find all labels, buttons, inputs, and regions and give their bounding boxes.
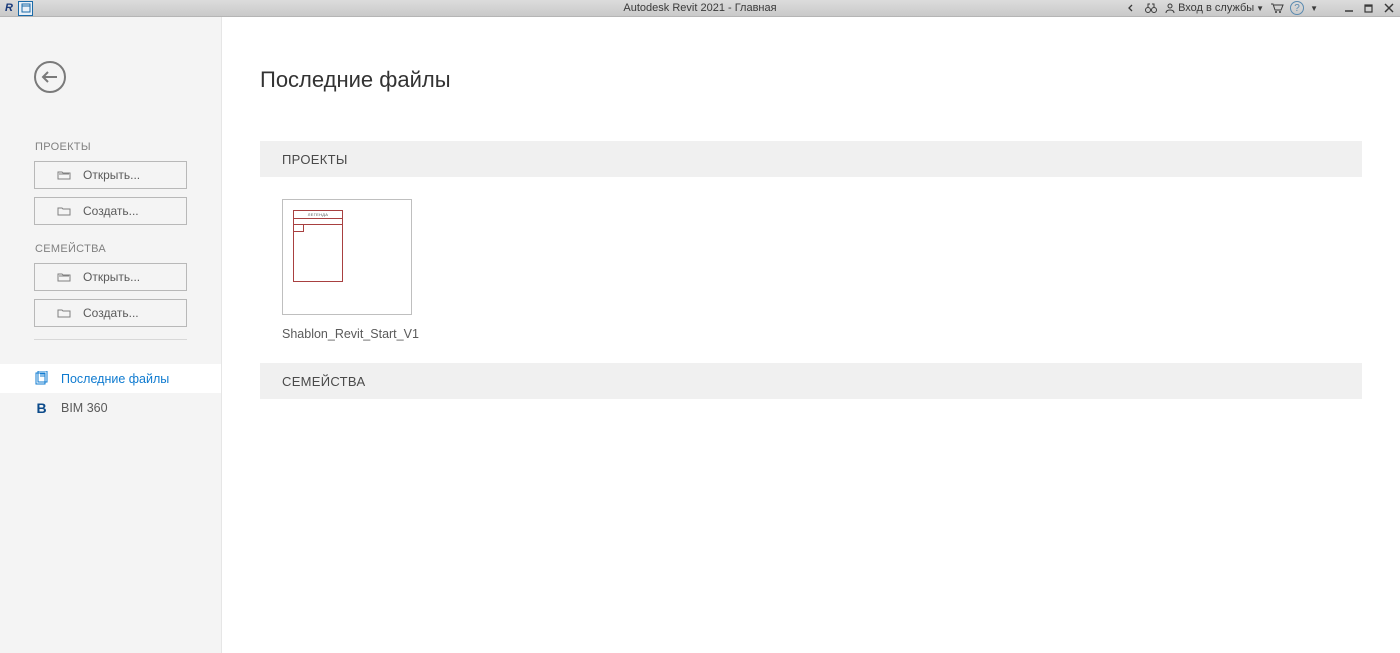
open-family-button[interactable]: Открыть... xyxy=(34,263,187,291)
create-project-button[interactable]: Создать... xyxy=(34,197,187,225)
binoculars-icon[interactable] xyxy=(1144,1,1158,15)
page-title: Последние файлы xyxy=(260,67,1362,93)
home-icon[interactable] xyxy=(18,1,33,16)
titlebar: R Autodesk Revit 2021 - Главная Вход в с… xyxy=(0,0,1400,17)
open-family-label: Открыть... xyxy=(83,270,140,284)
nav-bim360[interactable]: B BIM 360 xyxy=(0,393,221,422)
nav-bim-label: BIM 360 xyxy=(61,401,108,415)
back-arrow-icon[interactable] xyxy=(1124,1,1138,15)
close-button[interactable] xyxy=(1382,3,1396,13)
revit-logo-icon[interactable]: R xyxy=(2,1,16,15)
recent-projects-row: ЛЕГЕНДА Shablon_Revit_Start_V1 xyxy=(282,199,1362,341)
sidebar: ПРОЕКТЫ Открыть... Создать... СЕМЕЙСТВА … xyxy=(0,17,222,653)
create-family-label: Создать... xyxy=(83,306,139,320)
families-group-header: СЕМЕЙСТВА xyxy=(260,363,1362,399)
recent-files-icon xyxy=(34,371,49,386)
project-thumbnail[interactable]: ЛЕГЕНДА xyxy=(282,199,412,315)
bim360-icon: B xyxy=(34,400,49,415)
nav-recent-files[interactable]: Последние файлы xyxy=(0,364,221,393)
create-family-button[interactable]: Создать... xyxy=(34,299,187,327)
back-button[interactable] xyxy=(34,61,66,93)
thumbnail-preview: ЛЕГЕНДА xyxy=(293,210,343,282)
folder-open-icon xyxy=(57,271,71,283)
project-label: Shablon_Revit_Start_V1 xyxy=(282,327,412,341)
folder-icon xyxy=(57,205,71,217)
cart-icon[interactable] xyxy=(1270,1,1284,15)
open-project-button[interactable]: Открыть... xyxy=(34,161,187,189)
sidebar-section-projects: ПРОЕКТЫ xyxy=(35,141,221,153)
open-project-label: Открыть... xyxy=(83,168,140,182)
maximize-button[interactable] xyxy=(1362,3,1376,13)
folder-open-icon xyxy=(57,169,71,181)
main-content: Последние файлы ПРОЕКТЫ ЛЕГЕНДА Shablon_… xyxy=(222,17,1400,653)
sidebar-divider xyxy=(34,339,187,340)
help-chevron-down-icon[interactable]: ▼ xyxy=(1310,4,1318,13)
create-project-label: Создать... xyxy=(83,204,139,218)
sign-in-button[interactable]: Вход в службы ▼ xyxy=(1164,2,1264,14)
window-title: Autodesk Revit 2021 - Главная xyxy=(623,2,776,14)
chevron-down-icon: ▼ xyxy=(1256,4,1264,13)
minimize-button[interactable] xyxy=(1342,3,1356,13)
recent-project-item[interactable]: ЛЕГЕНДА Shablon_Revit_Start_V1 xyxy=(282,199,412,341)
help-icon[interactable]: ? xyxy=(1290,1,1304,15)
projects-group-header: ПРОЕКТЫ xyxy=(260,141,1362,177)
sign-in-label: Вход в службы xyxy=(1178,2,1254,14)
nav-recent-label: Последние файлы xyxy=(61,372,169,386)
folder-icon xyxy=(57,307,71,319)
sidebar-section-families: СЕМЕЙСТВА xyxy=(35,243,221,255)
